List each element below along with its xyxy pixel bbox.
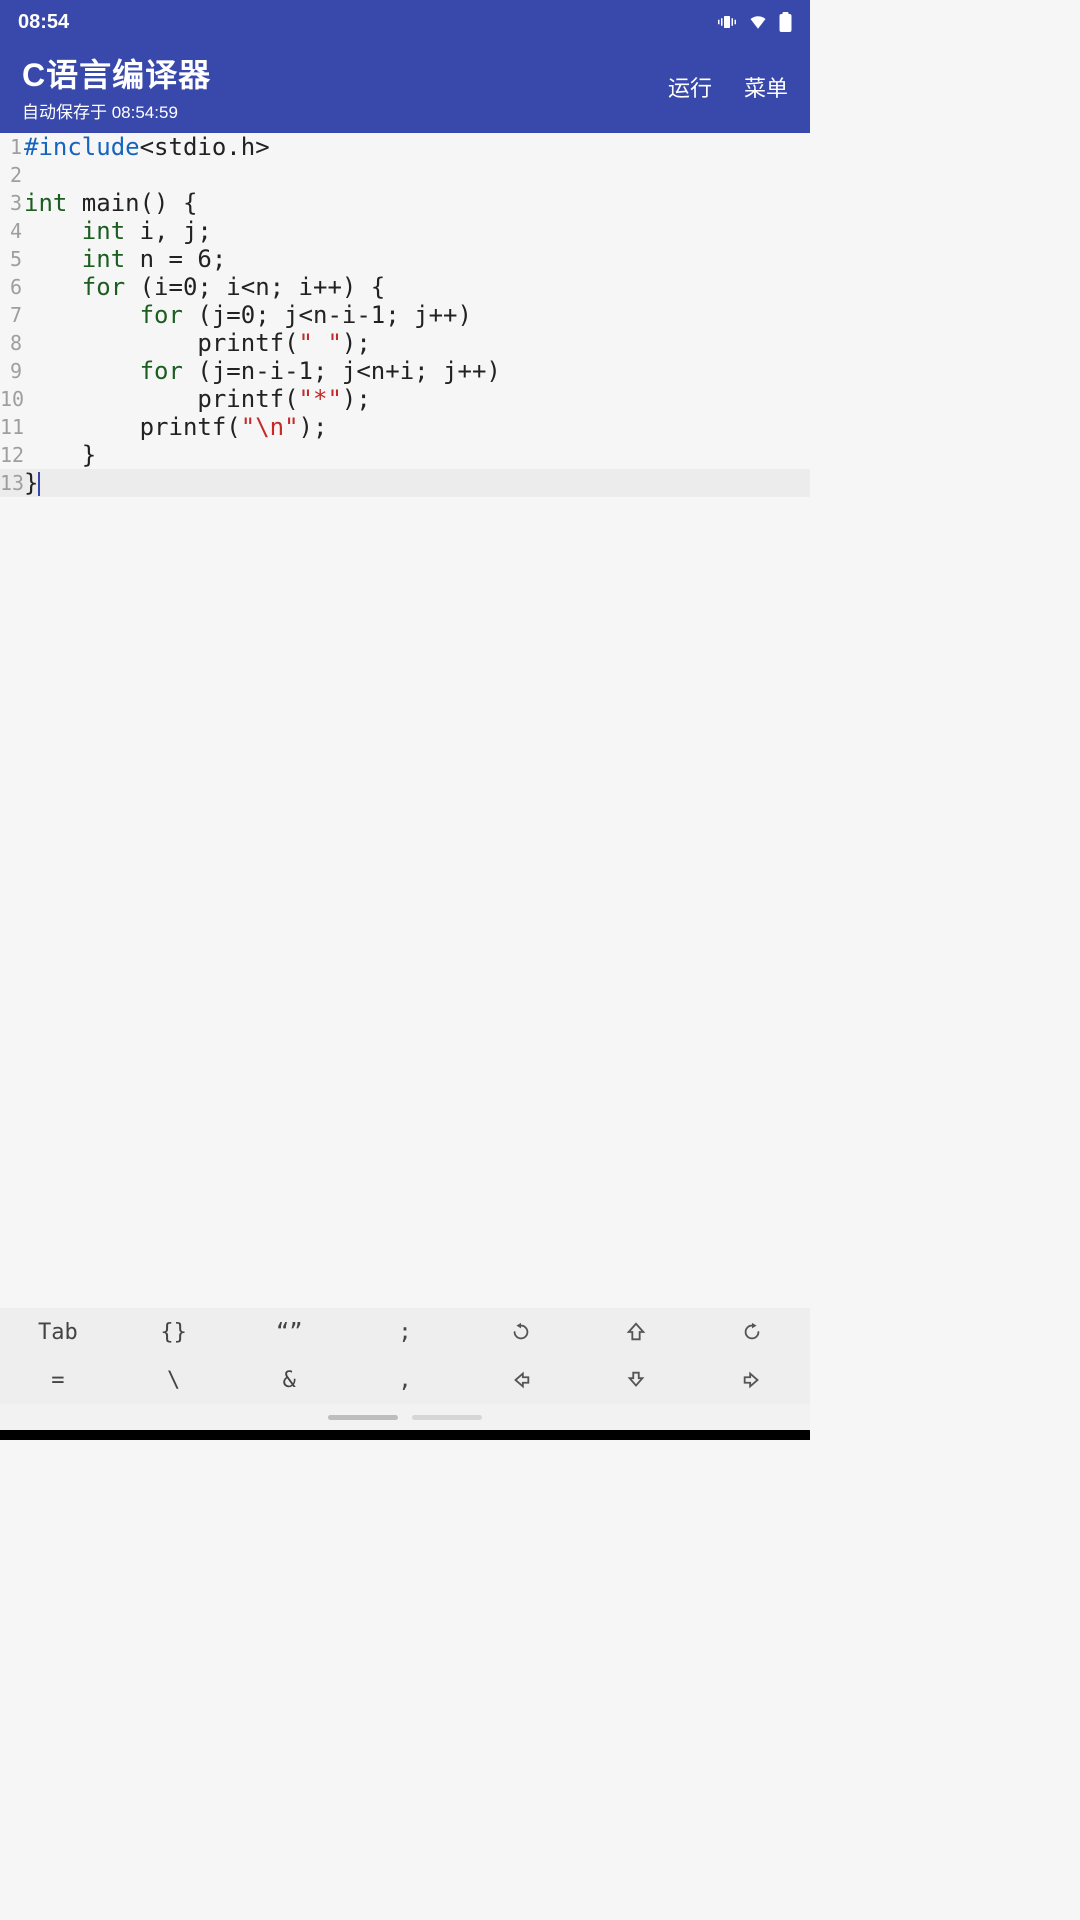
menu-button[interactable]: 菜单: [744, 71, 788, 103]
arrow-left-icon: [510, 1369, 532, 1391]
symbol-key[interactable]: =: [0, 1356, 116, 1404]
code-line[interactable]: 6 for (i=0; i<n; i++) {: [0, 273, 810, 301]
line-number: 7: [0, 301, 24, 329]
line-number: 10: [0, 385, 24, 413]
code-line[interactable]: 7 for (j=0; j<n-i-1; j++): [0, 301, 810, 329]
code-line[interactable]: 11 printf("\n");: [0, 413, 810, 441]
code-content[interactable]: [24, 161, 810, 189]
app-title: C语言编译器: [22, 50, 211, 96]
line-number: 11: [0, 413, 24, 441]
code-line[interactable]: 9 for (j=n-i-1; j<n+i; j++): [0, 357, 810, 385]
code-line[interactable]: 5 int n = 6;: [0, 245, 810, 273]
line-number: 4: [0, 217, 24, 245]
vibrate-icon: [717, 13, 737, 31]
symbol-key[interactable]: Tab: [0, 1308, 116, 1356]
symbol-key[interactable]: ,: [347, 1356, 463, 1404]
code-content[interactable]: printf("*");: [24, 385, 810, 413]
shift-up-key[interactable]: [579, 1308, 695, 1356]
text-cursor: [38, 472, 40, 496]
redo-key[interactable]: [694, 1308, 810, 1356]
arrow-down-icon: [625, 1369, 647, 1391]
code-content[interactable]: printf(" ");: [24, 329, 810, 357]
code-line[interactable]: 3int main() {: [0, 189, 810, 217]
wifi-icon: [747, 13, 769, 31]
code-line[interactable]: 8 printf(" ");: [0, 329, 810, 357]
arrow-left-key[interactable]: [463, 1356, 579, 1404]
status-time: 08:54: [18, 11, 69, 34]
code-content[interactable]: }: [24, 441, 810, 469]
redo-icon: [741, 1321, 763, 1343]
bottom-black-bar: [0, 1430, 810, 1440]
code-content[interactable]: for (j=n-i-1; j<n+i; j++): [24, 357, 810, 385]
code-line[interactable]: 4 int i, j;: [0, 217, 810, 245]
arrow-right-key[interactable]: [694, 1356, 810, 1404]
undo-icon: [510, 1321, 532, 1343]
code-line[interactable]: 2: [0, 161, 810, 189]
nav-pill[interactable]: [412, 1415, 482, 1420]
symbol-key[interactable]: “”: [231, 1308, 347, 1356]
app-bar: C语言编译器 自动保存于 08:54:59 运行 菜单: [0, 44, 810, 133]
android-nav-bar: [0, 1404, 810, 1430]
symbol-key[interactable]: &: [231, 1356, 347, 1404]
line-number: 13: [0, 469, 24, 497]
status-icons: [717, 12, 792, 32]
line-number: 2: [0, 161, 24, 189]
code-content[interactable]: int n = 6;: [24, 245, 810, 273]
symbol-key[interactable]: \: [116, 1356, 232, 1404]
code-content[interactable]: for (j=0; j<n-i-1; j++): [24, 301, 810, 329]
line-number: 5: [0, 245, 24, 273]
code-content[interactable]: int i, j;: [24, 217, 810, 245]
line-number: 9: [0, 357, 24, 385]
code-content[interactable]: printf("\n");: [24, 413, 810, 441]
code-content[interactable]: #include<stdio.h>: [24, 133, 810, 161]
symbol-toolbar: Tab{}“”; =\&,: [0, 1308, 810, 1404]
code-line[interactable]: 10 printf("*");: [0, 385, 810, 413]
autosave-status: 自动保存于 08:54:59: [22, 98, 211, 123]
line-number: 6: [0, 273, 24, 301]
line-number: 8: [0, 329, 24, 357]
code-line[interactable]: 13}: [0, 469, 810, 497]
nav-pill[interactable]: [328, 1415, 398, 1420]
code-line[interactable]: 1#include<stdio.h>: [0, 133, 810, 161]
code-editor[interactable]: 1#include<stdio.h>23int main() {4 int i,…: [0, 133, 810, 1308]
code-content[interactable]: for (i=0; i<n; i++) {: [24, 273, 810, 301]
code-content[interactable]: int main() {: [24, 189, 810, 217]
run-button[interactable]: 运行: [668, 71, 712, 103]
line-number: 3: [0, 189, 24, 217]
battery-icon: [779, 12, 792, 32]
line-number: 12: [0, 441, 24, 469]
shift-up-icon: [625, 1321, 647, 1343]
arrow-right-icon: [741, 1369, 763, 1391]
status-bar: 08:54: [0, 0, 810, 44]
line-number: 1: [0, 133, 24, 161]
symbol-key[interactable]: {}: [116, 1308, 232, 1356]
arrow-down-key[interactable]: [579, 1356, 695, 1404]
code-line[interactable]: 12 }: [0, 441, 810, 469]
symbol-key[interactable]: ;: [347, 1308, 463, 1356]
code-content[interactable]: }: [24, 469, 810, 497]
undo-key[interactable]: [463, 1308, 579, 1356]
